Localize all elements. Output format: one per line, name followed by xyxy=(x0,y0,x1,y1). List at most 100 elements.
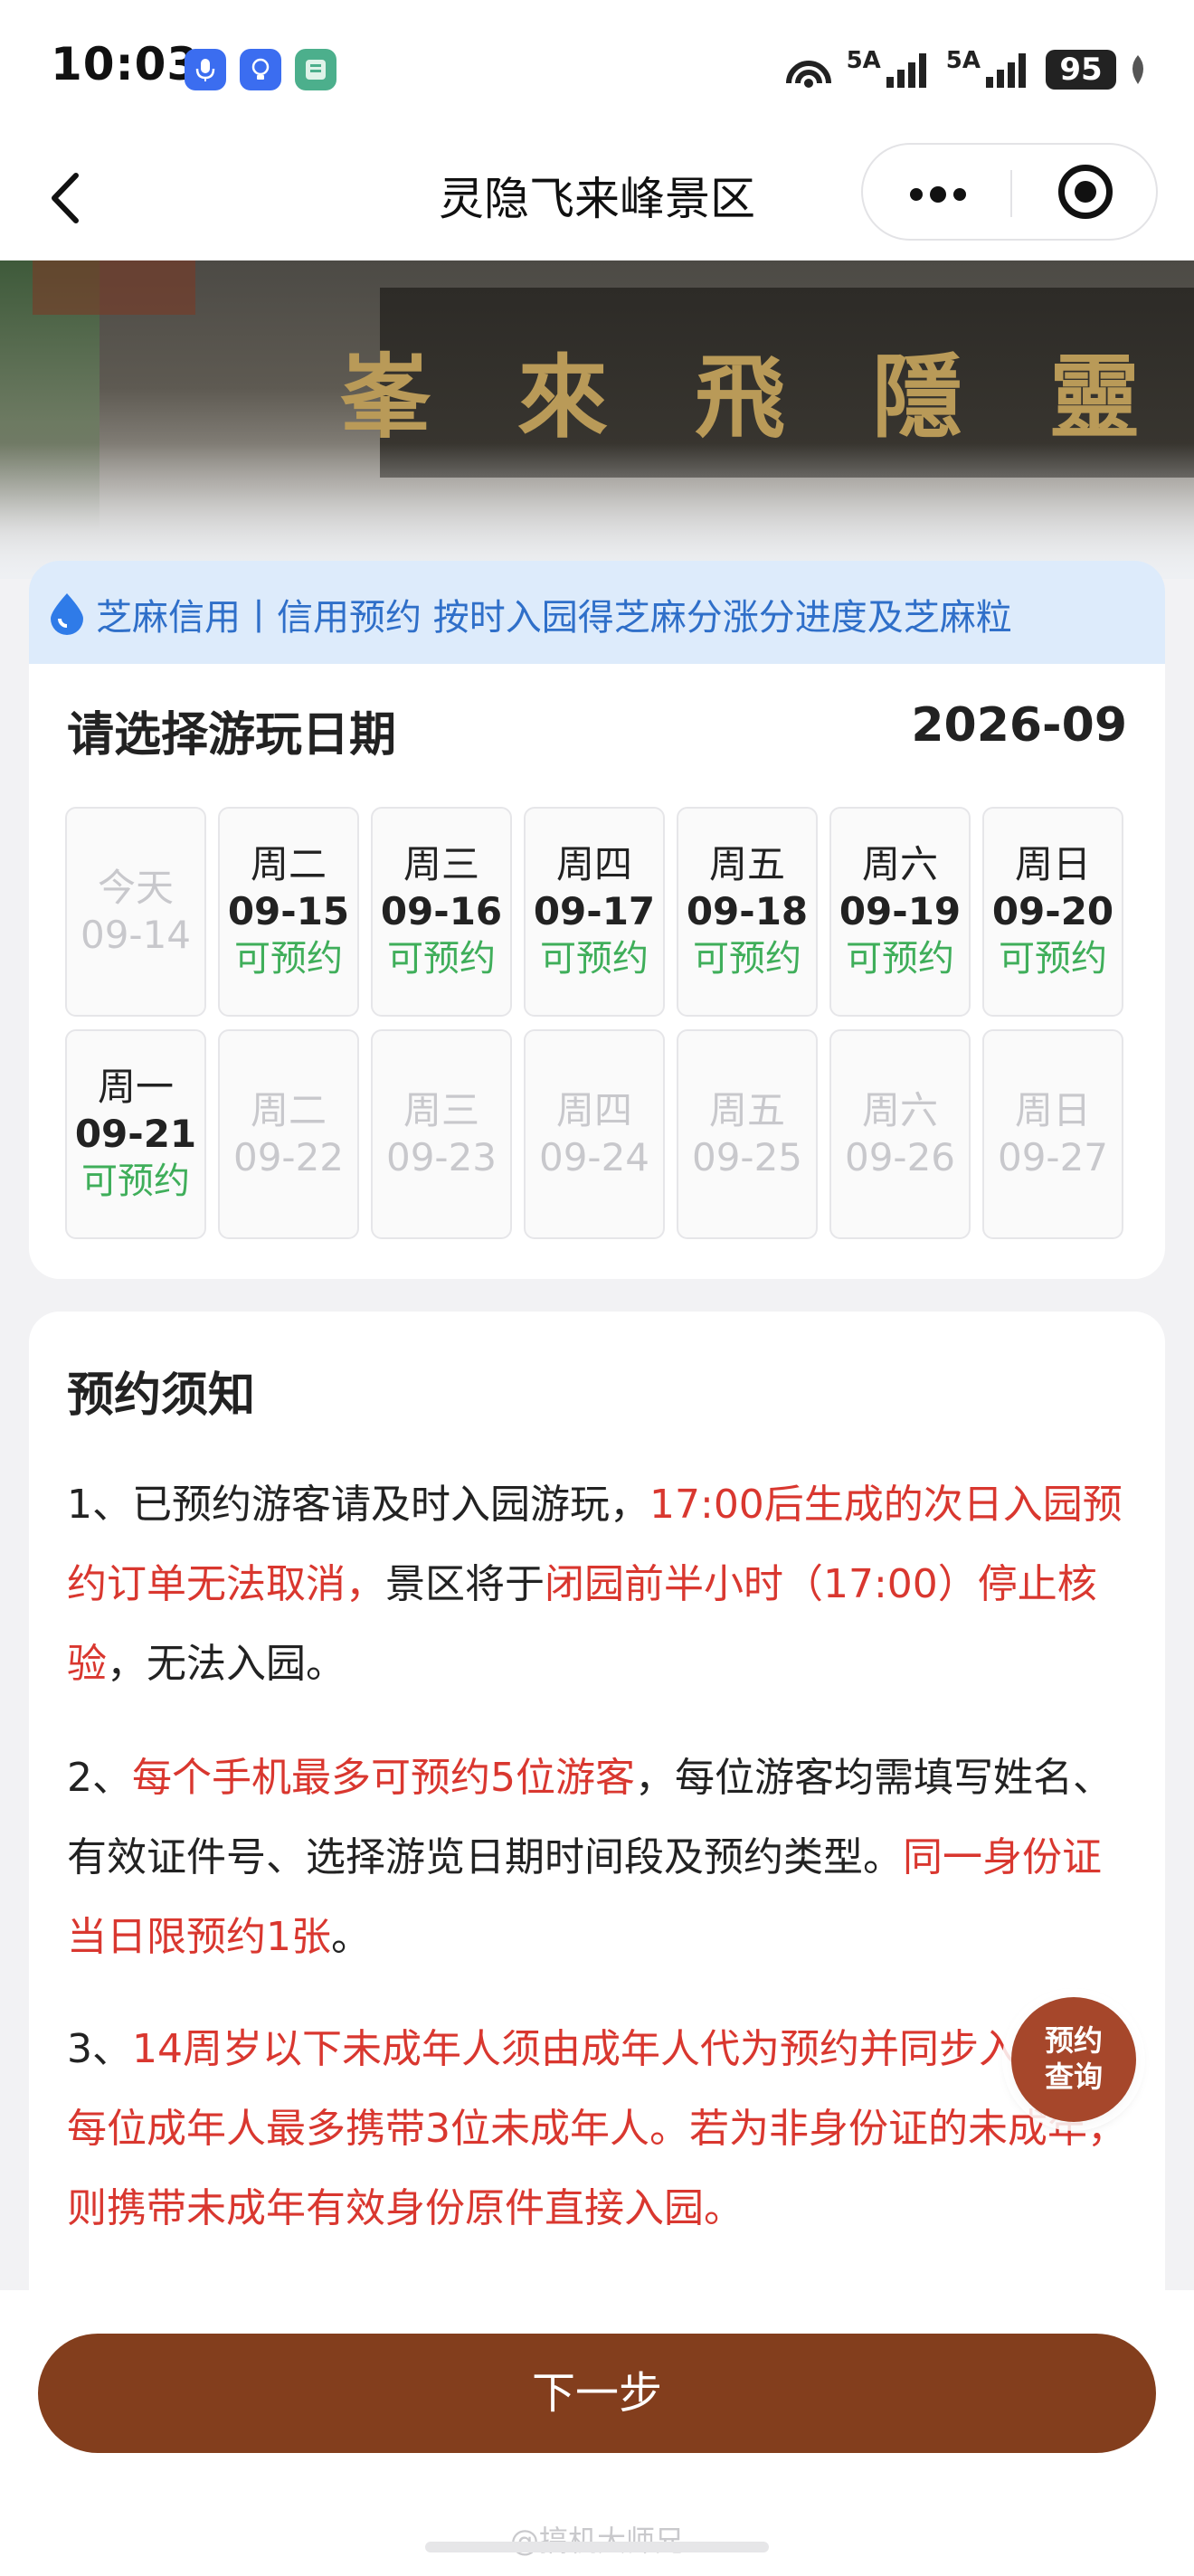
watermark: @搞机大师兄 xyxy=(509,2524,684,2558)
mini-program-capsule xyxy=(861,143,1158,241)
notice-text: 1、已预约游客请及时入园游玩， xyxy=(67,1482,649,1528)
more-dot-icon xyxy=(953,188,966,201)
date-cell: 周三 09-23 xyxy=(371,1029,512,1239)
plaque-char: 靈 xyxy=(1049,344,1140,450)
scenic-banner: 峯 來 飛 隱 靈 xyxy=(0,260,1194,579)
notice-highlight: 每个手机最多可预约5位游客 xyxy=(132,1755,635,1801)
month-label: 2026-09 xyxy=(911,698,1127,753)
bottom-bar: 下一步 @搞机大师兄 xyxy=(0,2290,1194,2576)
date-weekday: 周四 xyxy=(555,1088,632,1132)
notice-text: 。 xyxy=(331,1914,371,1960)
date-weekday: 周六 xyxy=(861,842,938,886)
more-button[interactable] xyxy=(863,145,1009,239)
notice-text: 3、 xyxy=(67,2026,132,2072)
date-cell: 今天 09-14 xyxy=(65,807,206,1017)
date-weekday: 周二 xyxy=(250,1088,327,1132)
notice-text: 景区将于 xyxy=(385,1561,545,1607)
date-day: 09-15 xyxy=(227,889,350,933)
date-day: 09-20 xyxy=(991,889,1114,933)
net-label-1: 5A xyxy=(846,47,881,74)
target-icon-dot xyxy=(1075,181,1096,203)
more-dot-icon xyxy=(910,188,923,201)
date-status: 可预约 xyxy=(999,938,1107,980)
date-day: 09-24 xyxy=(538,1135,650,1179)
credit-text: 芝麻信用丨信用预约 按时入园得芝麻分涨分进度及芝麻粒 xyxy=(96,597,1012,639)
plaque-char: 飛 xyxy=(695,344,785,450)
notice-item-3: 3、14周岁以下未成年人须由成年人代为预约并同步入园，每位成年人最多携带3位未成… xyxy=(67,2010,1127,2249)
date-status: 可预约 xyxy=(387,938,496,980)
plaque-char: 隱 xyxy=(872,344,962,450)
home-indicator[interactable] xyxy=(425,2542,769,2552)
mic-icon xyxy=(185,49,226,90)
signal-icon xyxy=(886,53,926,88)
credit-banner[interactable]: 芝麻信用丨信用预约 按时入园得芝麻分涨分进度及芝麻粒 xyxy=(29,561,1165,664)
battery-level: 95 xyxy=(1046,50,1116,90)
date-day: 09-16 xyxy=(380,889,503,933)
date-cell[interactable]: 周二 09-15 可预约 xyxy=(218,807,359,1017)
notice-item-1: 1、已预约游客请及时入园游玩，17:00后生成的次日入园预约订单无法取消，景区将… xyxy=(67,1465,1127,1704)
date-day: 09-27 xyxy=(997,1135,1109,1179)
roof-decoration xyxy=(33,260,195,315)
date-cell: 周日 09-27 xyxy=(982,1029,1123,1239)
leaf-icon xyxy=(1132,55,1143,84)
date-day: 09-23 xyxy=(385,1135,498,1179)
status-indicators: 5A 5A 95 xyxy=(782,47,1149,92)
booking-query-button[interactable]: 预约查询 xyxy=(1011,1997,1136,2122)
date-weekday: 今天 xyxy=(97,866,174,910)
date-weekday: 周六 xyxy=(861,1088,938,1132)
page: 10:03 5A 5A 95 灵隐飞来峰景区 峯 來 飛 隱 靈 芝麻信用丨信用… xyxy=(0,0,1194,2576)
booking-query-label: 预约查询 xyxy=(1044,2023,1103,2094)
date-select-title: 请选择游玩日期 xyxy=(67,708,397,762)
signal-icon xyxy=(986,53,1026,88)
date-cell[interactable]: 周一 09-21 可预约 xyxy=(65,1029,206,1239)
date-day: 09-19 xyxy=(839,889,962,933)
date-weekday: 周日 xyxy=(1014,1088,1091,1132)
date-day: 09-21 xyxy=(74,1112,197,1156)
notice-item-2: 2、每个手机最多可预约5位游客，每位游客均需填写姓名、有效证件号、选择游览日期时… xyxy=(67,1738,1127,1977)
date-day: 09-14 xyxy=(80,913,192,957)
next-step-button[interactable]: 下一步 xyxy=(38,2334,1156,2453)
hotspot-icon xyxy=(785,61,831,88)
date-select-card: 请选择游玩日期 2026-09 今天 09-14 周二 09-15 可预约 周三 09-16… xyxy=(29,664,1165,1279)
plaque-char: 來 xyxy=(517,344,608,450)
date-cell[interactable]: 周四 09-17 可预约 xyxy=(524,807,665,1017)
notice-highlight: 14周岁以下未成年人须由成年人代为预约并同步入园，每位成年人最多携带3位未成年人… xyxy=(67,2026,1127,2231)
date-cell: 周四 09-24 xyxy=(524,1029,665,1239)
capsule-divider xyxy=(1010,170,1012,217)
nav-header: 灵隐飞来峰景区 xyxy=(0,136,1194,260)
date-status: 可预约 xyxy=(234,938,343,980)
date-weekday: 周五 xyxy=(708,842,785,886)
date-day: 09-17 xyxy=(533,889,656,933)
date-grid: 今天 09-14 周二 09-15 可预约 周三 09-16 可预约 周四 09-17 可预约 周五 0… xyxy=(65,807,1129,1239)
status-time: 10:03 xyxy=(51,38,200,90)
date-cell[interactable]: 周六 09-19 可预约 xyxy=(829,807,971,1017)
date-cell[interactable]: 周五 09-18 可预约 xyxy=(677,807,818,1017)
date-cell[interactable]: 周三 09-16 可预约 xyxy=(371,807,512,1017)
water-drop-icon xyxy=(51,593,83,635)
date-cell: 周五 09-25 xyxy=(677,1029,818,1239)
date-day: 09-26 xyxy=(844,1135,956,1179)
more-dot-icon xyxy=(930,186,946,203)
date-day: 09-22 xyxy=(232,1135,345,1179)
date-cell[interactable]: 周日 09-20 可预约 xyxy=(982,807,1123,1017)
date-status: 可预约 xyxy=(540,938,649,980)
date-status: 可预约 xyxy=(81,1160,190,1202)
date-weekday: 周四 xyxy=(555,842,632,886)
date-weekday: 周三 xyxy=(403,1088,479,1132)
date-cell: 周二 09-22 xyxy=(218,1029,359,1239)
date-cell: 周六 09-26 xyxy=(829,1029,971,1239)
date-weekday: 周三 xyxy=(403,842,479,886)
date-day: 09-18 xyxy=(686,889,809,933)
date-weekday: 周五 xyxy=(708,1088,785,1132)
date-weekday: 周二 xyxy=(250,842,327,886)
plaque-calligraphy: 峯 來 飛 隱 靈 xyxy=(340,324,1140,455)
notice-text: 2、 xyxy=(67,1755,132,1801)
date-day: 09-25 xyxy=(691,1135,803,1179)
banner-fade xyxy=(0,443,1194,579)
status-bar: 10:03 5A 5A 95 xyxy=(0,0,1194,136)
notice-title: 预约须知 xyxy=(67,1368,256,1423)
close-miniprogram-button[interactable] xyxy=(1013,145,1158,239)
date-weekday: 周日 xyxy=(1014,842,1091,886)
notice-text: ，无法入园。 xyxy=(107,1641,346,1687)
app-icon xyxy=(295,49,336,90)
